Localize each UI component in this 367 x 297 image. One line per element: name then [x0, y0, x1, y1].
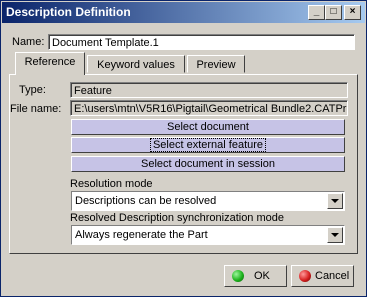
sync-mode-select[interactable]: Always regenerate the Part [71, 225, 345, 245]
maximize-button[interactable]: □ [325, 5, 342, 20]
sync-mode-label: Resolved Description synchronization mod… [70, 212, 284, 224]
name-label: Name: [12, 36, 45, 48]
title-bar[interactable]: Description Definition _ □ × [2, 2, 365, 23]
tab-reference[interactable]: Reference [15, 52, 85, 75]
chevron-down-icon[interactable] [327, 227, 343, 243]
type-value: Feature [70, 82, 348, 98]
chevron-down-icon[interactable] [327, 193, 343, 209]
resolution-mode-label: Resolution mode [70, 178, 153, 190]
cancel-label: Cancel [315, 270, 350, 282]
resolution-mode-value: Descriptions can be resolved [75, 195, 217, 207]
cancel-button[interactable]: Cancel [291, 265, 354, 287]
file-name-value: E:\users\mtn\V5R16\Pigtail\Geometrical B… [70, 100, 348, 116]
red-dot-icon [299, 270, 311, 282]
select-document-in-session-button[interactable]: Select document in session [71, 156, 345, 172]
green-dot-icon [232, 270, 244, 282]
minimize-button[interactable]: _ [308, 5, 325, 20]
resolution-mode-select[interactable]: Descriptions can be resolved [71, 191, 345, 211]
ok-label: OK [254, 270, 270, 282]
tab-keyword-values[interactable]: Keyword values [87, 55, 185, 73]
dialog-window: Description Definition _ □ × Name: Docum… [0, 0, 367, 297]
ok-button[interactable]: OK [224, 265, 287, 287]
type-label: Type: [19, 84, 46, 96]
reference-panel: Type: Feature File name: E:\users\mtn\V5… [9, 74, 358, 254]
sync-mode-value: Always regenerate the Part [75, 229, 208, 241]
window-title: Description Definition [6, 5, 131, 19]
name-input[interactable]: Document Template.1 [48, 34, 355, 50]
tab-preview[interactable]: Preview [187, 55, 245, 73]
select-external-feature-label: Select external feature [149, 138, 267, 152]
select-external-feature-button[interactable]: Select external feature [71, 137, 345, 153]
select-document-button[interactable]: Select document [71, 119, 345, 135]
file-name-label: File name: [10, 103, 62, 115]
close-button[interactable]: × [344, 5, 361, 20]
